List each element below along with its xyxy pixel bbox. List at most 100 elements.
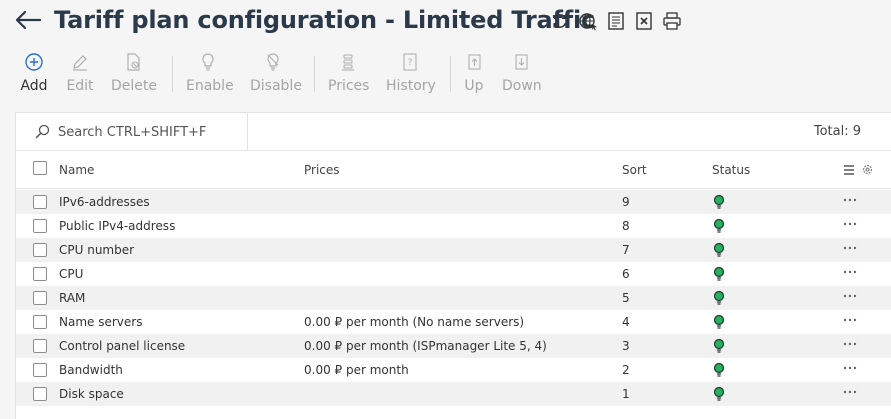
cell-name: Bandwidth [59,363,123,377]
table-row[interactable]: RAM 5 [16,286,891,310]
status-active-icon [713,218,725,233]
cell-name: Name servers [59,315,143,329]
page-header: Tariff plan configuration - Limited Traf… [0,0,891,44]
edit-label: Edit [66,78,94,94]
row-actions-icon[interactable] [842,313,858,327]
row-checkbox[interactable] [33,291,47,305]
row-checkbox[interactable] [33,315,47,329]
add-button[interactable]: Add [20,48,48,96]
table-row[interactable]: CPU 6 [16,262,891,286]
print-icon[interactable] [662,11,682,31]
cell-name: CPU [59,267,84,281]
delete-label: Delete [111,78,157,94]
delete-icon [127,53,140,71]
table-row[interactable]: Name servers 0.00 ₽ per month (No name s… [16,310,891,334]
bulb-on-icon [202,53,214,71]
cell-sort: 7 [622,243,630,257]
row-checkbox[interactable] [33,339,47,353]
move-up-icon [468,54,481,70]
table-row[interactable]: IPv6-addresses 9 [16,190,891,214]
cell-prices: 0.00 ₽ per month (No name servers) [304,315,525,329]
table-row[interactable]: Control panel license 0.00 ₽ per month (… [16,334,891,358]
row-actions-icon[interactable] [842,217,858,231]
add-label: Add [20,78,48,94]
pencil-icon [73,55,87,71]
coins-icon [342,54,354,71]
cell-sort: 3 [622,339,630,353]
status-active-icon [713,314,725,329]
table-row[interactable]: Disk space 1 [16,382,891,406]
cell-name: IPv6-addresses [59,195,150,209]
column-header-status[interactable]: Status [712,163,750,177]
row-actions-icon[interactable] [842,193,858,207]
bulb-off-icon [267,53,279,71]
status-active-icon [713,362,725,377]
row-checkbox[interactable] [33,243,47,257]
history-label: History [386,78,436,94]
cell-sort: 9 [622,195,630,209]
row-actions-icon[interactable] [842,337,858,351]
prices-button[interactable]: Prices [328,48,370,96]
enable-button[interactable]: Enable [186,48,234,96]
status-active-icon [713,386,725,401]
row-actions-icon[interactable] [842,361,858,375]
search-input[interactable] [58,121,243,143]
cell-name: Disk space [59,387,124,401]
table-row[interactable]: Bandwidth 0.00 ₽ per month 2 [16,358,891,382]
row-actions-icon[interactable] [842,385,858,399]
row-checkbox[interactable] [33,195,47,209]
cell-name: Control panel license [59,339,186,353]
disable-label: Disable [250,78,302,94]
row-checkbox[interactable] [33,219,47,233]
cell-sort: 8 [622,219,630,233]
toolbar-divider [172,56,173,92]
svg-text:?: ? [408,58,413,68]
back-arrow-icon[interactable] [14,9,42,31]
column-header-prices[interactable]: Prices [304,163,340,177]
history-icon: ? [403,53,417,71]
down-button[interactable]: Down [502,48,542,96]
page-title: Tariff plan configuration - Limited Traf… [54,6,596,34]
cell-sort: 2 [622,363,630,377]
table-row[interactable]: Public IPv4-address 8 [16,214,891,238]
select-all-checkbox[interactable] [33,161,47,175]
cell-prices: 0.00 ₽ per month (ISPmanager Lite 5, 4) [304,339,547,353]
cell-sort: 1 [622,387,630,401]
table-header: Name Prices Sort Status [16,151,891,189]
document-icon[interactable] [606,11,626,31]
cell-sort: 4 [622,315,630,329]
globe-icon[interactable] [578,11,598,31]
column-header-sort[interactable]: Sort [622,163,647,177]
plus-circle-icon [25,53,43,71]
row-actions-icon[interactable] [842,241,858,255]
disable-button[interactable]: Disable [250,48,302,96]
row-checkbox[interactable] [33,363,47,377]
row-checkbox[interactable] [33,267,47,281]
status-active-icon [713,242,725,257]
refresh-icon[interactable] [550,11,570,31]
cell-name: RAM [59,291,86,305]
column-menu-icon[interactable] [842,163,856,177]
status-active-icon [713,338,725,353]
cell-prices: 0.00 ₽ per month [304,363,409,377]
status-active-icon [713,266,725,281]
edit-button[interactable]: Edit [66,48,94,96]
delete-button[interactable]: Delete [111,48,157,96]
up-button[interactable]: Up [463,48,485,96]
row-actions-icon[interactable] [842,289,858,303]
row-actions-icon[interactable] [842,265,858,279]
toolbar: Add Edit Delete Enable Disable Prices ? … [0,48,891,98]
enable-label: Enable [186,78,234,94]
gear-icon[interactable] [861,163,874,176]
cell-sort: 6 [622,267,630,281]
table-row[interactable]: CPU number 7 [16,238,891,262]
history-button[interactable]: ? History [386,48,436,96]
row-checkbox[interactable] [33,387,47,401]
cell-name: Public IPv4-address [59,219,176,233]
prices-label: Prices [328,78,370,94]
column-header-name[interactable]: Name [59,163,94,177]
toolbar-divider [314,56,315,92]
total-count: Total: 9 [813,124,861,139]
status-active-icon [713,290,725,305]
excel-export-icon[interactable] [634,11,654,31]
